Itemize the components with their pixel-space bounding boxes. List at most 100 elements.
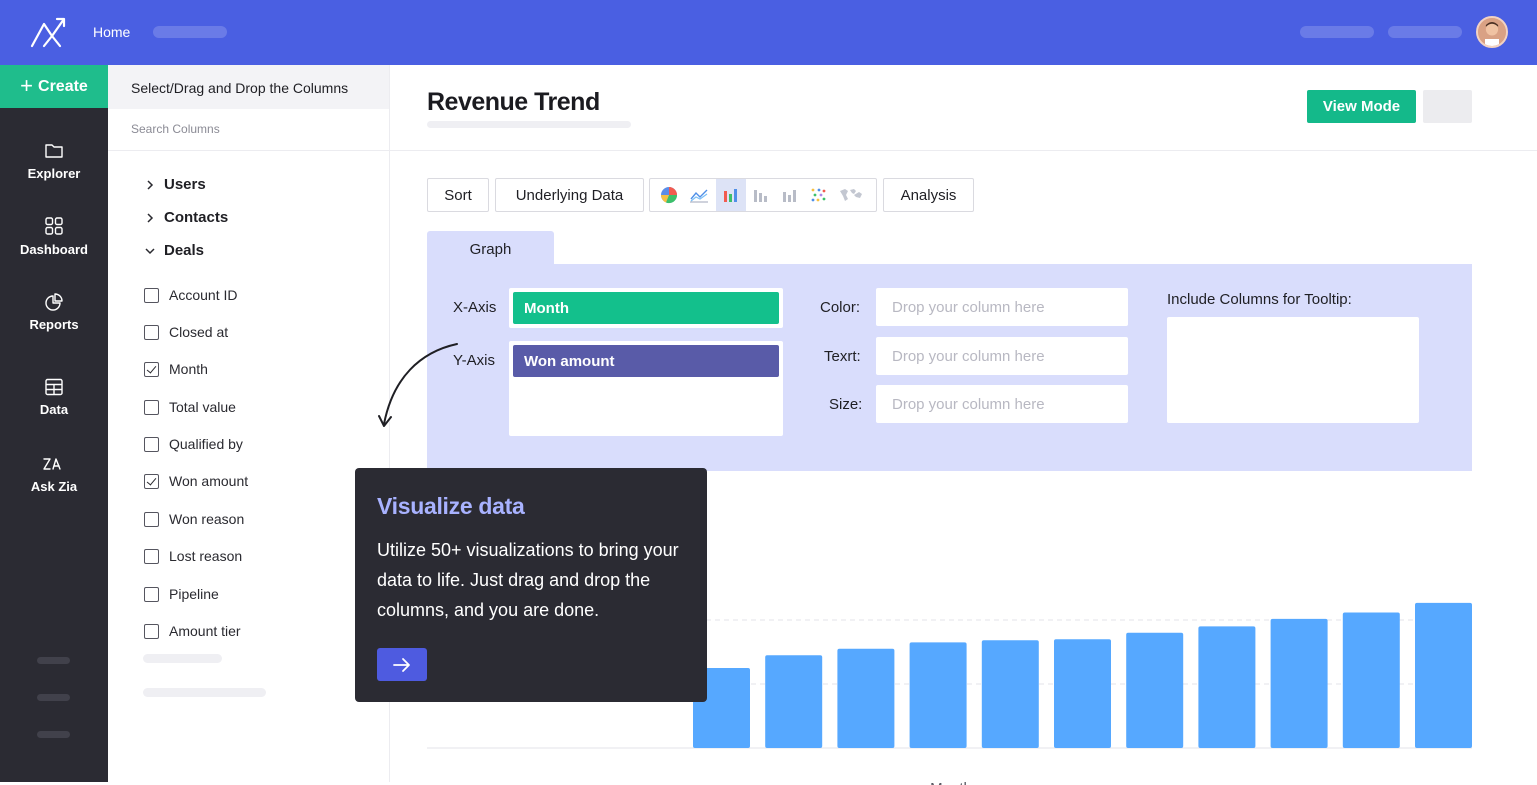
pie-chart-icon [660,187,678,204]
chart-type-line[interactable] [684,179,714,211]
tooltip-columns-dropzone[interactable] [1167,317,1419,423]
column-label: Lost reason [169,548,243,564]
column-item[interactable]: Closed at [144,324,228,340]
column-checkbox[interactable] [144,287,159,303]
pie-chart-icon [45,293,63,311]
columns-panel-header: Select/Drag and Drop the Columns [108,65,389,109]
column-item[interactable]: Account ID [144,287,237,303]
chart-type-column[interactable] [746,179,776,211]
x-axis-dropzone[interactable]: Month [509,288,783,328]
rail-item-label: Data [39,402,69,417]
underlying-data-button[interactable]: Underlying Data [495,178,644,212]
rail-item-label: Explorer [27,166,81,181]
scatter-chart-icon [811,188,826,202]
chart-bar[interactable] [1270,618,1328,748]
folder-icon [45,144,63,158]
rail-placeholder [37,731,70,738]
app-logo-icon[interactable] [30,16,68,48]
color-dropzone[interactable]: Drop your column here [876,288,1128,326]
column-chart-icon [754,190,767,202]
rail-item-reports[interactable]: Reports [0,293,108,332]
chart-bar[interactable] [1126,632,1184,748]
column-checkbox[interactable] [144,436,159,452]
curved-arrow-icon [378,343,458,427]
column-checkbox[interactable] [144,361,159,377]
view-mode-button[interactable]: View Mode [1307,90,1416,123]
popup-title: Visualize data [377,493,525,519]
text-label: Texrt: [824,348,861,365]
column-item[interactable]: Lost reason [144,548,242,564]
column-checkbox[interactable] [144,548,159,564]
y-axis-dropzone[interactable]: Won amount [509,341,783,436]
color-label: Color: [820,299,861,316]
rail-item-data[interactable]: Data [0,378,108,417]
column-label: Qualified by [169,436,243,452]
chevron-right-icon [147,212,154,223]
chart-bar[interactable] [1054,639,1111,748]
chart-bar[interactable] [1342,612,1400,748]
subtitle-placeholder [427,121,631,128]
chart-type-map[interactable] [836,179,866,211]
rail-item-label: Ask Zia [30,479,78,494]
divider [108,150,389,151]
column-checkbox[interactable] [144,473,159,489]
user-avatar[interactable] [1476,16,1508,48]
x-axis-column-pill[interactable]: Month [513,292,779,324]
chart-type-stacked[interactable] [775,179,805,211]
chevron-down-icon [145,247,155,254]
chart-bar[interactable] [1415,602,1472,748]
rail-item-ask-zia[interactable]: Ask Zia [0,455,108,494]
column-label: Closed at [169,324,229,340]
chart-bar[interactable] [765,655,823,748]
chart-type-scatter[interactable] [804,179,834,211]
x-axis-title: Month [930,780,972,785]
column-item[interactable]: Won amount [144,473,248,489]
analysis-button[interactable]: Analysis [883,178,974,212]
tooltip-columns-label: Include Columns for Tooltip: [1167,291,1352,308]
group-users[interactable]: Users [144,176,206,193]
chart-type-pie[interactable] [654,179,684,211]
column-checkbox[interactable] [144,324,159,340]
column-checkbox[interactable] [144,623,159,639]
text-dropzone[interactable]: Drop your column here [876,337,1128,375]
line-chart-icon [690,189,708,203]
nav-placeholder [1300,26,1374,38]
chart-bar[interactable] [837,648,895,748]
group-label: Deals [164,242,205,259]
column-label: Amount tier [169,623,241,639]
chart-bar[interactable] [1198,626,1256,748]
group-deals[interactable]: Deals [144,242,204,259]
tab-graph[interactable]: Graph [427,231,554,267]
size-dropzone[interactable]: Drop your column here [876,385,1128,423]
column-item[interactable]: Month [144,361,208,377]
column-label: Month [169,361,208,377]
rail-item-dashboard[interactable]: Dashboard [0,216,108,257]
graph-config-panel: X-Axis Month Y-Axis Won amount Color: Dr… [427,264,1472,471]
search-columns-input[interactable] [131,122,371,136]
more-button[interactable] [1423,90,1472,123]
chart-bar[interactable] [909,642,967,748]
nav-placeholder [1388,26,1462,38]
next-button[interactable] [377,648,427,681]
create-button[interactable]: + Create [0,65,108,108]
column-label: Total value [169,399,236,415]
group-contacts[interactable]: Contacts [144,209,228,226]
y-axis-column-pill[interactable]: Won amount [513,345,779,377]
column-item[interactable]: Qualified by [144,436,243,452]
column-item[interactable]: Total value [144,399,236,415]
column-label: Pipeline [169,586,219,602]
arrow-right-icon [393,657,410,672]
sort-button[interactable]: Sort [427,178,489,212]
column-checkbox[interactable] [144,586,159,602]
column-item[interactable]: Pipeline [144,586,219,602]
chart-bar[interactable] [981,640,1039,748]
column-item[interactable]: Won reason [144,511,244,527]
rail-item-label: Dashboard [20,242,88,257]
column-checkbox[interactable] [144,399,159,415]
rail-placeholder [37,694,70,701]
column-item[interactable]: Amount tier [144,623,241,639]
rail-item-explorer[interactable]: Explorer [0,142,108,181]
column-checkbox[interactable] [144,511,159,527]
home-link[interactable]: Home [93,24,130,40]
chart-type-bar[interactable] [716,179,746,211]
